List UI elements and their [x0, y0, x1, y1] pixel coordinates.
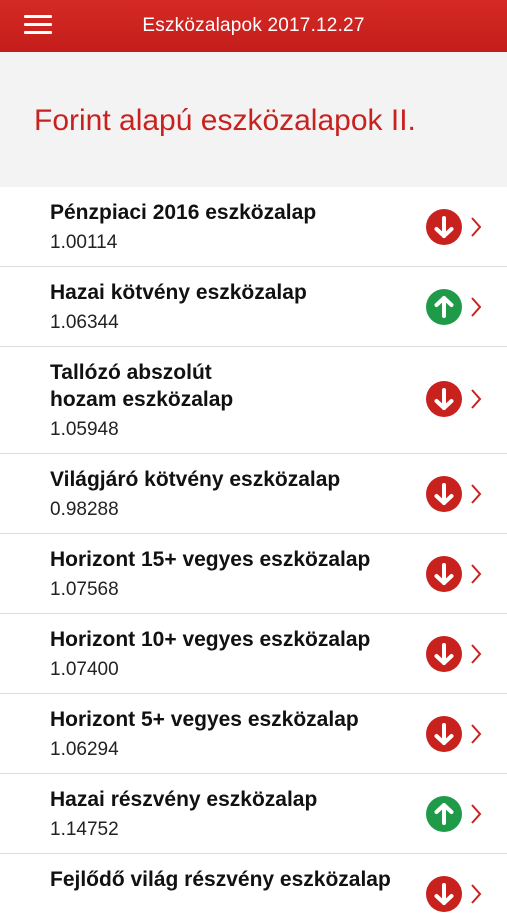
fund-name: Világjáró kötvény eszközalap — [50, 468, 341, 491]
section-title: Forint alapú eszközalapok II. — [34, 104, 416, 137]
fund-value: 1.00114 — [50, 232, 118, 253]
fund-name: Tallózó abszolút hozam eszközalap — [50, 361, 234, 411]
fund-name: Hazai részvény eszközalap — [50, 788, 318, 811]
fund-list: Pénzpiaci 2016 eszközalap 1.00114 Hazai kö… — [0, 187, 507, 914]
trend-down-icon — [426, 381, 462, 417]
trend-down-icon — [426, 716, 462, 752]
trend-down-icon — [426, 209, 462, 245]
fund-name: Horizont 15+ vegyes eszközalap — [50, 548, 371, 571]
chevron-right-icon[interactable] — [468, 723, 484, 745]
fund-value: 1.07400 — [50, 659, 119, 680]
fund-name: Hazai kötvény eszközalap — [50, 281, 307, 304]
chevron-right-icon[interactable] — [468, 388, 484, 410]
chevron-right-icon[interactable] — [468, 296, 484, 318]
fund-name: Horizont 5+ vegyes eszközalap — [50, 708, 359, 731]
fund-value: 0.98288 — [50, 499, 119, 520]
fund-row[interactable]: Horizont 5+ vegyes eszközalap 1.06294 — [0, 694, 507, 774]
fund-value: 1.05948 — [50, 419, 119, 440]
fund-row[interactable]: Fejlődő világ részvény eszközalap — [0, 854, 507, 914]
chevron-right-icon[interactable] — [468, 883, 484, 905]
fund-value: 1.06344 — [50, 312, 119, 333]
hamburger-menu-icon[interactable] — [24, 14, 52, 36]
trend-down-icon — [426, 556, 462, 592]
fund-name: Pénzpiaci 2016 eszközalap — [50, 201, 317, 224]
fund-row[interactable]: Tallózó abszolút hozam eszközalap 1.05948 — [0, 347, 507, 454]
chevron-right-icon[interactable] — [468, 563, 484, 585]
fund-name: Fejlődő világ részvény eszközalap — [50, 868, 391, 891]
trend-down-icon — [426, 636, 462, 672]
trend-up-icon — [426, 289, 462, 325]
chevron-right-icon[interactable] — [468, 216, 484, 238]
page-title: Eszközalapok 2017.12.27 — [142, 15, 365, 36]
fund-row[interactable]: Világjáró kötvény eszközalap 0.98288 — [0, 454, 507, 534]
fund-row[interactable]: Horizont 10+ vegyes eszközalap 1.07400 — [0, 614, 507, 694]
fund-name: Horizont 10+ vegyes eszközalap — [50, 628, 371, 651]
trend-down-icon — [426, 876, 462, 912]
chevron-right-icon[interactable] — [468, 803, 484, 825]
fund-value: 1.06294 — [50, 739, 119, 760]
fund-row[interactable]: Pénzpiaci 2016 eszközalap 1.00114 — [0, 187, 507, 267]
chevron-right-icon[interactable] — [468, 483, 484, 505]
fund-value: 1.07568 — [50, 579, 119, 600]
fund-row[interactable]: Hazai részvény eszközalap 1.14752 — [0, 774, 507, 854]
trend-down-icon — [426, 476, 462, 512]
fund-row[interactable]: Horizont 15+ vegyes eszközalap 1.07568 — [0, 534, 507, 614]
chevron-right-icon[interactable] — [468, 643, 484, 665]
fund-row[interactable]: Hazai kötvény eszközalap 1.06344 — [0, 267, 507, 347]
fund-value: 1.14752 — [50, 819, 119, 840]
section-header: Forint alapú eszközalapok II. — [0, 52, 507, 187]
trend-up-icon — [426, 796, 462, 832]
top-app-bar: Eszközalapok 2017.12.27 — [0, 0, 507, 52]
